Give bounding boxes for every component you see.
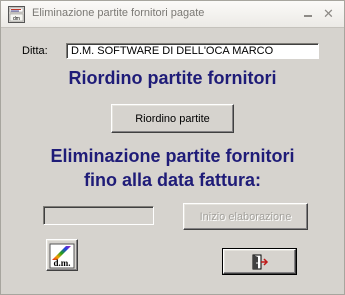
inizio-elaborazione-button[interactable]: Inizio elaborazione [183, 203, 308, 230]
main-window: dm Eliminazione partite fornitori pagate… [0, 0, 345, 295]
minimize-icon[interactable] [300, 6, 315, 21]
report-app-icon[interactable]: dm [8, 6, 25, 23]
window-title: Eliminazione partite fornitori pagate [32, 7, 205, 19]
eliminazione-heading-line1: Eliminazione partite fornitori [50, 146, 295, 166]
eliminazione-heading-line2: fino alla data fattura: [83, 170, 262, 190]
exit-button[interactable] [222, 248, 297, 275]
exit-door-icon [252, 254, 268, 269]
ditta-field[interactable]: D.M. SOFTWARE DI DELL'OCA MARCO [66, 43, 319, 59]
close-icon[interactable]: ✕ [321, 6, 336, 21]
svg-text:dm: dm [13, 16, 20, 22]
dm-logo-icon: d.m. [49, 243, 75, 269]
ditta-label: Ditta: [22, 45, 48, 57]
svg-text:d.m.: d.m. [53, 258, 70, 268]
title-bar: dm Eliminazione partite fornitori pagate… [1, 1, 344, 28]
dm-logo-button[interactable]: d.m. [46, 239, 78, 271]
data-fattura-input[interactable] [43, 206, 154, 225]
riordino-partite-button[interactable]: Riordino partite [111, 104, 234, 133]
riordino-heading: Riordino partite fornitori [68, 68, 277, 88]
